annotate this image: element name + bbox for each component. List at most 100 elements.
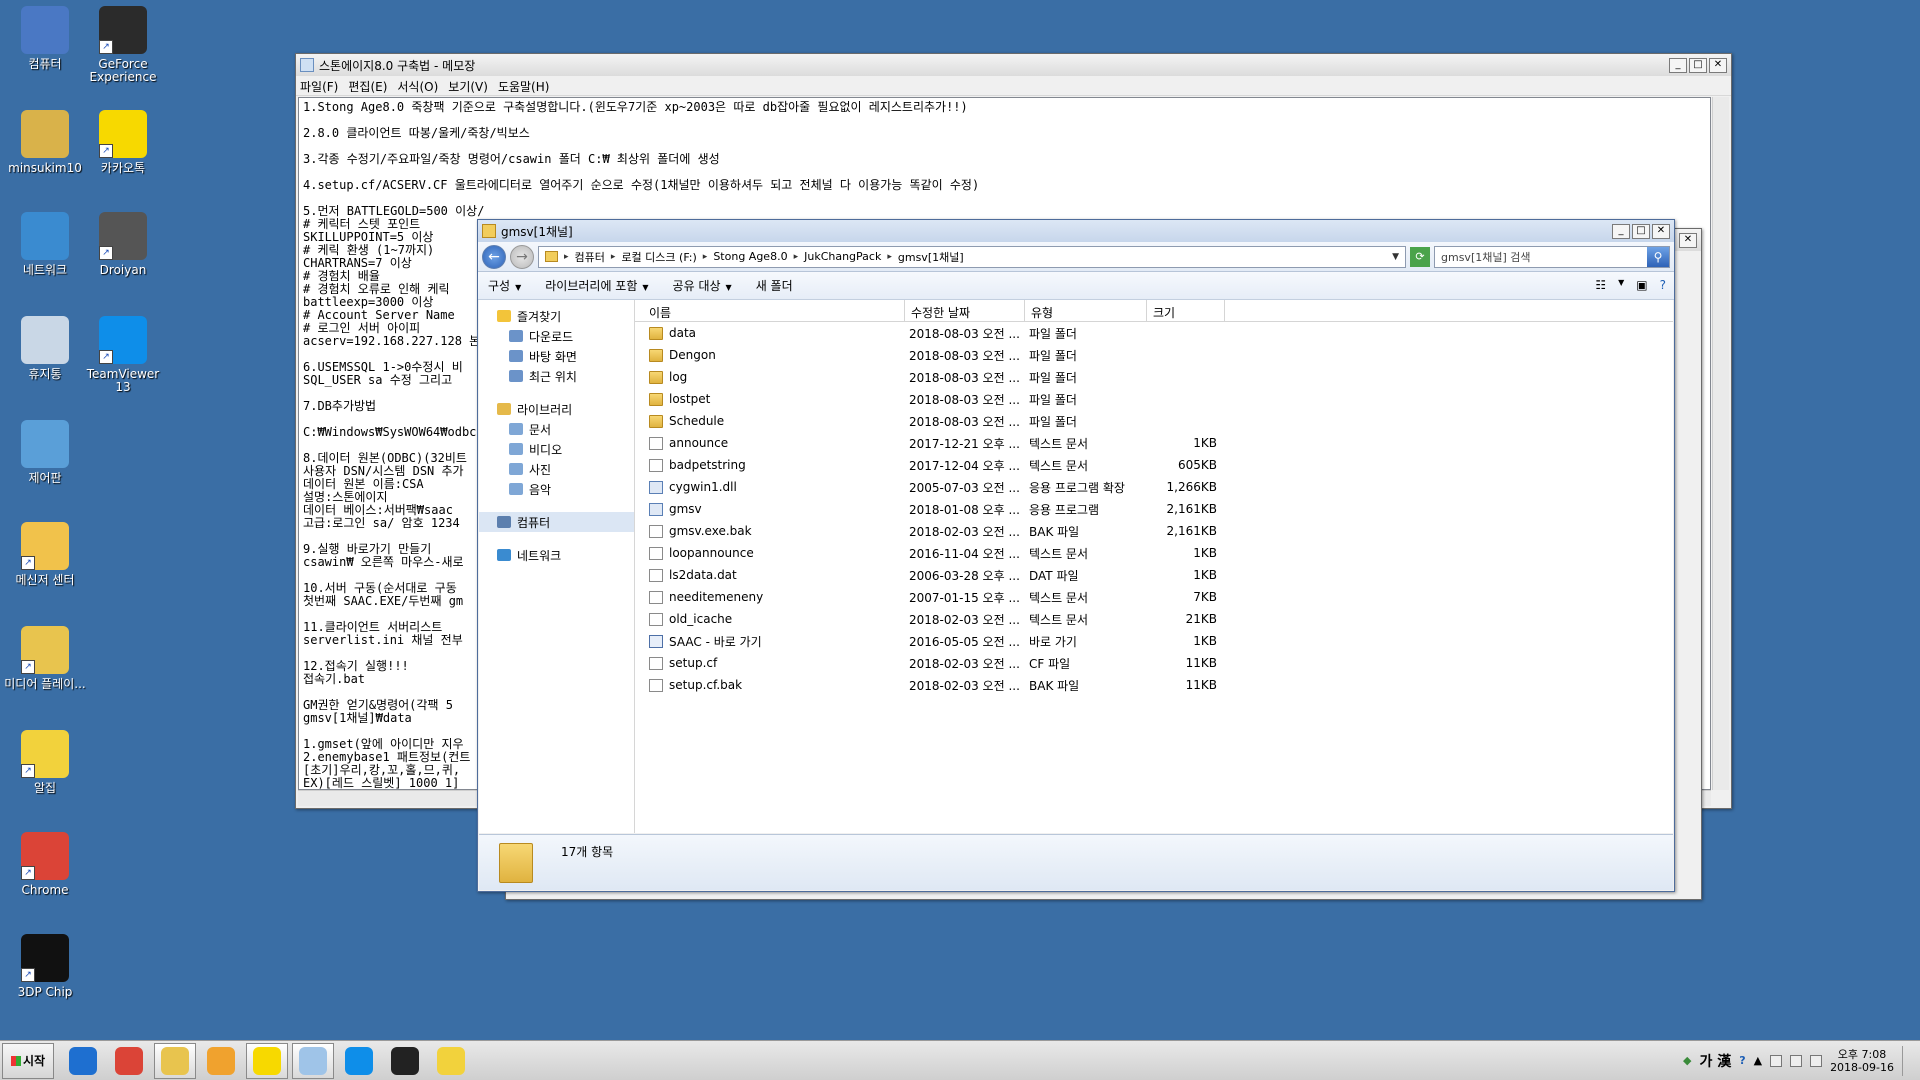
maximize-button[interactable]: □ [1689, 57, 1707, 73]
file-row[interactable]: data 2018-08-03 오전 ... 파일 폴더 [635, 322, 1673, 344]
address-dropdown-icon[interactable]: ▼ [1392, 252, 1399, 262]
file-row[interactable]: badpetstring 2017-12-04 오후 ... 텍스트 문서 605KB [635, 454, 1673, 476]
preview-pane-icon[interactable]: ▣ [1636, 278, 1647, 292]
file-row[interactable]: setup.cf 2018-02-03 오전 ... CF 파일 11KB [635, 652, 1673, 674]
search-box[interactable]: gmsv[1채널] 검색 ⚲ [1434, 245, 1670, 268]
breadcrumb-item[interactable]: 로컬 디스크 (F:) [621, 249, 696, 265]
nav-library-item[interactable]: 비디오 [479, 439, 634, 459]
breadcrumb-item[interactable]: gmsv[1채널] [898, 249, 964, 265]
desktop-icon[interactable]: ↗ 카카오톡 [78, 110, 168, 175]
desktop-icon[interactable]: ↗ Droiyan [78, 212, 168, 277]
file-row[interactable]: log 2018-08-03 오전 ... 파일 폴더 [635, 366, 1673, 388]
desktop-icon[interactable]: ↗ GeForce Experience [78, 6, 168, 84]
vertical-scrollbar[interactable] [1712, 97, 1729, 790]
minimize-button[interactable]: _ [1612, 223, 1630, 239]
view-options-icon[interactable]: ☷ [1595, 278, 1606, 292]
menu-item[interactable]: 편집(E) [348, 78, 387, 94]
desktop-icon[interactable]: ↗ 3DP Chip [0, 934, 90, 999]
address-bar[interactable]: ▸ 컴퓨터 ▸ 로컬 디스크 (F:) ▸ Stong Age8.0 ▸ JukChangPa… [538, 245, 1406, 268]
breadcrumb-separator-icon[interactable]: ▸ [794, 252, 799, 262]
desktop-icon[interactable]: ↗ TeamViewer 13 [78, 316, 168, 394]
nav-libraries[interactable]: 라이브러리 [479, 399, 634, 419]
show-hidden-icons-button[interactable]: ▲ [1754, 1054, 1762, 1067]
nav-network[interactable]: 네트워크 [479, 545, 634, 565]
column-header[interactable]: 이름 [635, 300, 905, 321]
start-button[interactable]: 시작 [2, 1042, 54, 1079]
desktop-icon[interactable]: ↗ Chrome [0, 832, 90, 897]
notepad-titlebar[interactable]: 스톤에이지8.0 구축법 - 메모장 _ □ ✕ [296, 54, 1731, 76]
desktop-icon[interactable]: ↗ 알집 [0, 730, 90, 795]
refresh-button[interactable]: ⟳ [1410, 246, 1430, 267]
back-button[interactable]: ← [482, 244, 506, 269]
file-row[interactable]: Dengon 2018-08-03 오전 ... 파일 폴더 [635, 344, 1673, 366]
help-icon[interactable]: ? [1739, 1054, 1745, 1067]
file-row[interactable]: SAAC - 바로 가기 2016-05-05 오전 ... 바로 가기 1KB [635, 630, 1673, 652]
clock[interactable]: 오후 7:08 2018-09-16 [1830, 1048, 1894, 1074]
help-icon[interactable]: ? [1660, 278, 1666, 292]
toolbar-button[interactable]: 새 폴더 [756, 277, 793, 294]
toolbar-button[interactable]: 공유 대상 ▼ [673, 277, 732, 294]
maximize-button[interactable]: □ [1632, 223, 1650, 239]
nav-favorite-item[interactable]: 다운로드 [479, 326, 634, 346]
minimize-button[interactable]: _ [1669, 57, 1687, 73]
taskbar-app-button[interactable] [200, 1043, 242, 1079]
breadcrumb-separator-icon[interactable]: ▸ [611, 252, 616, 262]
close-button[interactable]: ✕ [1709, 57, 1727, 73]
breadcrumb-item[interactable]: Stong Age8.0 [713, 250, 787, 263]
menu-item[interactable]: 서식(O) [397, 78, 438, 94]
taskbar-app-button[interactable] [246, 1042, 288, 1079]
action-center-icon[interactable] [1770, 1054, 1783, 1067]
language-bar-icon[interactable]: ◆ [1683, 1054, 1691, 1067]
nav-favorite-item[interactable]: 최근 위치 [479, 366, 634, 386]
file-row[interactable]: cygwin1.dll 2005-07-03 오전 ... 응용 프로그램 확장 1,… [635, 476, 1673, 498]
desktop-icon[interactable]: 컴퓨터 [0, 6, 90, 71]
view-dropdown-icon[interactable]: ▼ [1618, 278, 1624, 292]
file-row[interactable]: gmsv.exe.bak 2018-02-03 오전 ... BAK 파일 2,161… [635, 520, 1673, 542]
taskbar-app-button[interactable] [292, 1042, 334, 1079]
breadcrumb-item[interactable]: 컴퓨터 [575, 249, 605, 265]
show-desktop-button[interactable] [1902, 1045, 1914, 1076]
file-row[interactable]: needitemeneny 2007-01-15 오후 ... 텍스트 문서 7KB [635, 586, 1673, 608]
close-button[interactable]: ✕ [1679, 232, 1697, 248]
menu-item[interactable]: 보기(V) [448, 78, 488, 94]
nav-computer[interactable]: 컴퓨터 [479, 512, 634, 532]
desktop-icon[interactable]: minsukim10 [0, 110, 90, 175]
forward-button[interactable]: → [510, 244, 534, 269]
desktop-icon[interactable]: ↗ 미디어 플레이... [0, 626, 90, 691]
column-header[interactable]: 크기 [1147, 300, 1225, 321]
taskbar-app-button[interactable] [338, 1043, 380, 1079]
file-row[interactable]: Schedule 2018-08-03 오전 ... 파일 폴더 [635, 410, 1673, 432]
volume-icon[interactable] [1790, 1054, 1803, 1067]
column-header[interactable]: 수정한 날짜 [905, 300, 1025, 321]
desktop-icon[interactable]: 네트워크 [0, 212, 90, 277]
file-row[interactable]: loopannounce 2016-11-04 오전 ... 텍스트 문서 1KB [635, 542, 1673, 564]
close-button[interactable]: ✕ [1652, 223, 1670, 239]
taskbar-app-button[interactable] [384, 1043, 426, 1079]
breadcrumb-separator-icon[interactable]: ▸ [564, 252, 569, 262]
taskbar-app-button[interactable] [108, 1043, 150, 1079]
nav-favorites[interactable]: 즐겨찾기 [479, 306, 634, 326]
desktop-icon[interactable]: 휴지통 [0, 316, 90, 381]
desktop-icon[interactable]: 제어판 [0, 420, 90, 485]
network-status-icon[interactable] [1810, 1054, 1823, 1067]
menu-item[interactable]: 파일(F) [300, 78, 338, 94]
file-row[interactable]: old_icache 2018-02-03 오전 ... 텍스트 문서 21KB [635, 608, 1673, 630]
taskbar-app-button[interactable] [62, 1043, 104, 1079]
nav-library-item[interactable]: 사진 [479, 459, 634, 479]
file-row[interactable]: announce 2017-12-21 오후 ... 텍스트 문서 1KB [635, 432, 1673, 454]
breadcrumb-item[interactable]: JukChangPack [804, 250, 881, 263]
file-row[interactable]: setup.cf.bak 2018-02-03 오전 ... BAK 파일 11KB [635, 674, 1673, 696]
explorer-titlebar[interactable]: gmsv[1채널] _ □ ✕ [478, 220, 1674, 242]
file-row[interactable]: lostpet 2018-08-03 오전 ... 파일 폴더 [635, 388, 1673, 410]
nav-library-item[interactable]: 문서 [479, 419, 634, 439]
taskbar-app-button[interactable] [430, 1043, 472, 1079]
nav-library-item[interactable]: 음악 [479, 479, 634, 499]
toolbar-button[interactable]: 라이브러리에 포함 ▼ [545, 277, 648, 294]
search-icon[interactable]: ⚲ [1647, 246, 1669, 267]
toolbar-button[interactable]: 구성 ▼ [488, 277, 521, 294]
breadcrumb-separator-icon[interactable]: ▸ [887, 252, 892, 262]
nav-favorite-item[interactable]: 바탕 화면 [479, 346, 634, 366]
ime-indicator[interactable]: 가 漢 [1699, 1051, 1731, 1071]
breadcrumb-separator-icon[interactable]: ▸ [703, 252, 708, 262]
column-header[interactable]: 유형 [1025, 300, 1147, 321]
